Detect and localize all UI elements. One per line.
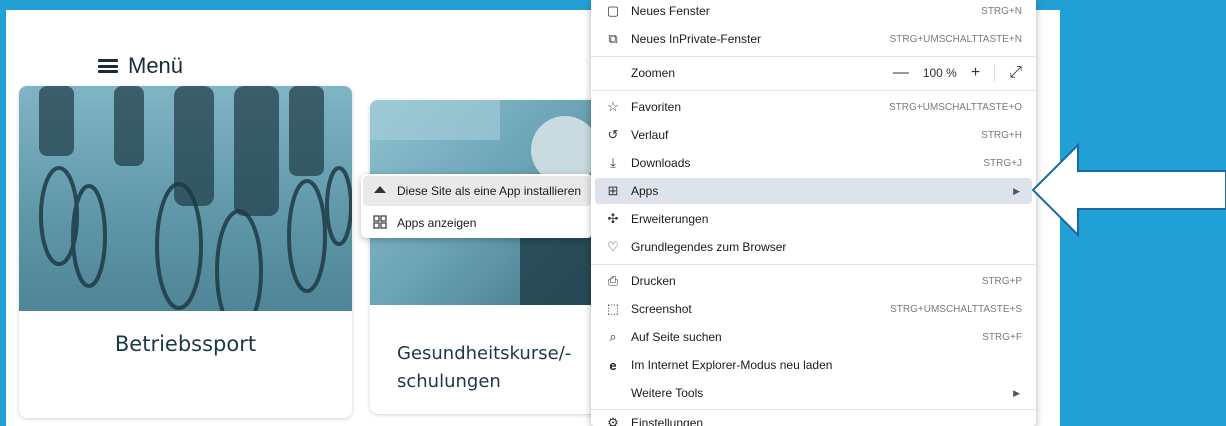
fullscreen-icon[interactable]: ⤢: [1009, 64, 1022, 82]
card-betriebssport[interactable]: Betriebssport: [19, 86, 352, 418]
hamburger-icon: [98, 59, 118, 73]
settings-gear-icon: ⚙: [607, 415, 619, 426]
app-install-icon: [373, 183, 387, 200]
divider: [994, 64, 996, 82]
history-item[interactable]: ↺ Verlauf STRG+H: [595, 122, 1032, 148]
card-title: Betriebssport: [114, 332, 257, 356]
screenshot-item[interactable]: ⬚ Screenshot STRG+UMSCHALTTASTE+S: [595, 296, 1032, 322]
ie-mode-icon: e: [609, 357, 617, 373]
inprivate-icon: ⧉: [608, 31, 618, 46]
cyclists-image: [19, 86, 352, 311]
install-site-as-app-item[interactable]: Diese Site als eine App installieren: [363, 176, 591, 206]
pointer-arrow-annotation: [1031, 142, 1226, 238]
zoom-out-button[interactable]: —: [893, 64, 909, 82]
submenu-arrow-icon: ▶: [1013, 387, 1020, 398]
apps-submenu: Diese Site als eine App installieren App…: [361, 174, 593, 238]
apps-item[interactable]: ⊞ Apps ▶: [595, 178, 1032, 204]
menu-label: Menü: [128, 53, 184, 78]
screenshot-icon: ⬚: [606, 301, 620, 316]
history-icon: ↺: [607, 127, 619, 142]
more-tools-item[interactable]: Weitere Tools ▶: [595, 380, 1032, 406]
download-icon: ⤓: [610, 155, 616, 170]
separator: [591, 264, 1036, 265]
browser-settings-menu: ▢ Neues Fenster STRG+N ⧉ Neues InPrivate…: [591, 0, 1036, 426]
browser-essentials-heart-icon: ♡: [607, 239, 619, 254]
new-inprivate-window-item[interactable]: ⧉ Neues InPrivate-Fenster STRG+UMSCHALTT…: [595, 26, 1032, 52]
card-gesundheitskurse[interactable]: Gesundheitskurse/-schulungen: [370, 100, 610, 414]
find-on-page-item[interactable]: ⌕ Auf Seite suchen STRG+F: [595, 324, 1032, 350]
zoom-row: Zoomen — 100 % + ⤢: [631, 64, 1022, 82]
separator: [591, 90, 1036, 91]
window-icon: ▢: [606, 3, 620, 18]
submenu-arrow-icon: ▶: [1013, 185, 1020, 196]
downloads-item[interactable]: ⤓ Downloads STRG+J: [595, 150, 1032, 176]
apps-grid-icon: [373, 214, 387, 232]
show-apps-item[interactable]: Apps anzeigen: [363, 208, 591, 238]
print-item[interactable]: ⎙ Drucken STRG+P: [595, 268, 1032, 294]
favorites-star-icon: ☆: [607, 99, 619, 114]
extensions-item[interactable]: ✣ Erweiterungen: [595, 206, 1032, 232]
favorites-item[interactable]: ☆ Favoriten STRG+UMSCHALTTASTE+O: [595, 94, 1032, 120]
ie-mode-reload-item[interactable]: e Im Internet Explorer-Modus neu laden: [595, 352, 1032, 378]
separator: [591, 56, 1036, 57]
menu-button[interactable]: Menü: [98, 53, 183, 79]
zoom-controls: — 100 % + ⤢: [893, 64, 1022, 82]
zoom-value: 100 %: [922, 66, 957, 80]
extensions-puzzle-icon: ✣: [607, 211, 619, 226]
browser-essentials-item[interactable]: ♡ Grundlegendes zum Browser: [595, 234, 1032, 260]
zoom-in-button[interactable]: +: [971, 64, 980, 82]
new-window-item[interactable]: ▢ Neues Fenster STRG+N: [595, 0, 1032, 24]
find-on-page-icon: ⌕: [609, 329, 617, 344]
print-icon: ⎙: [607, 273, 619, 288]
settings-item[interactable]: ⚙ Einstellungen: [595, 410, 1032, 426]
card-title: Gesundheitskurse/-schulungen: [397, 343, 572, 392]
apps-icon: ⊞: [607, 183, 619, 198]
